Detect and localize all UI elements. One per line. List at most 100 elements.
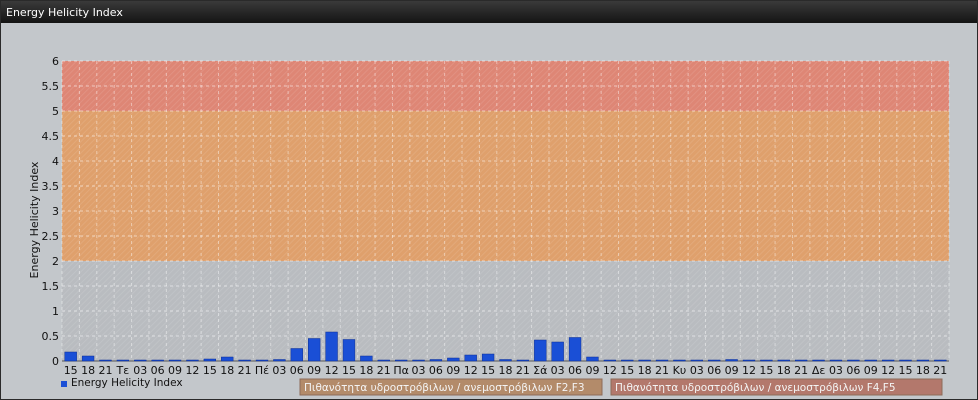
x-tick-label: 09 [307, 364, 321, 377]
bar-36 [690, 359, 703, 362]
bar-35 [673, 359, 686, 362]
x-tick-label: 18 [359, 364, 373, 377]
bar-43 [812, 359, 825, 362]
y-tick-label: 5 [52, 105, 59, 118]
x-tick-label: 18 [916, 364, 930, 377]
y-axis-label: Energy Helicity Index [28, 161, 41, 278]
x-tick-label: Τε [116, 364, 130, 377]
x-tick-label: 06 [151, 364, 165, 377]
bar-29 [568, 337, 582, 362]
x-tick-label: 18 [220, 364, 234, 377]
y-tick-label: 2.5 [42, 230, 60, 243]
x-tick-label: 18 [499, 364, 513, 377]
bar-14 [308, 338, 321, 362]
bar-18 [377, 359, 390, 362]
bar-22 [447, 357, 460, 362]
bar-45 [847, 359, 860, 362]
x-tick-label: 06 [568, 364, 582, 377]
chart-panel: 0 0.5 1 1.5 2 2.5 3 3.5 4 4.5 5 5.5 6 15 18 21 Τε 03 06 09… [1, 23, 977, 399]
x-tick-label: 03 [551, 364, 565, 377]
y-tick-label: 1 [52, 305, 59, 318]
x-tick-label: Δε [812, 364, 826, 377]
x-tick-label: 09 [168, 364, 182, 377]
x-tick-label: 15 [759, 364, 773, 377]
bar-11 [255, 359, 269, 362]
bar-31 [603, 359, 617, 362]
x-tick-label: 12 [464, 364, 478, 377]
bar-46 [864, 359, 877, 362]
x-tick-label: 09 [446, 364, 460, 377]
bar-25 [499, 359, 512, 362]
x-tick-label: 15 [203, 364, 217, 377]
x-tick-label: 18 [777, 364, 791, 377]
x-tick-label: 12 [185, 364, 199, 377]
bar-30 [586, 356, 599, 362]
bar-39 [742, 359, 756, 362]
bar-20 [412, 359, 425, 362]
x-tick-label: 15 [342, 364, 356, 377]
bar-0 [64, 351, 77, 362]
x-tick-label: 21 [98, 364, 112, 377]
bar-50 [934, 359, 947, 362]
zone-legend-label-2: Πιθανότητα υδροστρόβιλων / ανεμοστρόβιλω… [615, 382, 896, 394]
bar-48 [899, 359, 912, 362]
x-tick-label: 03 [133, 364, 147, 377]
legend-swatch [61, 381, 67, 387]
y-tick-label: 1.5 [42, 280, 60, 293]
x-tick-label: 15 [64, 364, 78, 377]
y-tick-label: 0.5 [42, 330, 60, 343]
x-tick-label: 03 [412, 364, 426, 377]
x-tick-label: 03 [690, 364, 704, 377]
bar-21 [429, 359, 443, 362]
bar-40 [760, 359, 773, 362]
x-tick-label: 06 [707, 364, 721, 377]
x-tick-label: 09 [725, 364, 739, 377]
x-tick-label: 15 [620, 364, 634, 377]
chart-window: Energy Helicity Index 0 0.5 1 1.5 2 2.5 3 3.5 4 4… [0, 0, 978, 400]
bar-32 [621, 359, 634, 362]
y-tick-label: 3.5 [42, 180, 60, 193]
bar-6 [168, 359, 182, 362]
bar-16 [342, 339, 356, 362]
bar-47 [881, 359, 895, 362]
bar-19 [394, 359, 408, 362]
legend: Energy Helicity Index [61, 377, 183, 389]
x-tick-label: 06 [429, 364, 443, 377]
x-tick-label: 06 [290, 364, 304, 377]
x-tick-label: Πέ [255, 364, 269, 377]
y-tick-label: 5.5 [42, 80, 60, 93]
legend-label: Energy Helicity Index [71, 377, 183, 389]
bar-27 [534, 339, 547, 362]
bar-34 [655, 359, 669, 362]
bar-41 [777, 359, 790, 362]
bar-33 [638, 359, 651, 362]
y-tick-label: 2 [52, 255, 59, 268]
bar-5 [151, 359, 164, 362]
bar-8 [203, 358, 216, 362]
bar-17 [360, 355, 373, 362]
bar-10 [238, 359, 251, 362]
bar-4 [134, 359, 147, 362]
x-tick-label: 06 [846, 364, 860, 377]
x-tick-label: 15 [899, 364, 913, 377]
bar-49 [916, 359, 930, 362]
x-tick-label: 03 [829, 364, 843, 377]
y-tick-label: 6 [52, 55, 59, 68]
x-tick-label: 18 [81, 364, 95, 377]
window-title: Energy Helicity Index [6, 6, 123, 19]
bar-24 [481, 353, 495, 362]
x-tick-label: Σά [533, 364, 547, 377]
y-tick-label: 0 [52, 355, 59, 368]
x-tick-label: 03 [272, 364, 286, 377]
bar-1 [81, 355, 95, 362]
x-tick-label: 21 [933, 364, 947, 377]
bar-3 [116, 359, 130, 362]
x-tick-label: 12 [603, 364, 617, 377]
x-tick-label: 21 [516, 364, 530, 377]
y-tick-label: 3 [52, 205, 59, 218]
x-tick-label: 12 [742, 364, 756, 377]
x-tick-label: 21 [238, 364, 252, 377]
bar-37 [708, 359, 721, 362]
x-tick-label: 21 [794, 364, 808, 377]
x-tick-label: 18 [638, 364, 652, 377]
